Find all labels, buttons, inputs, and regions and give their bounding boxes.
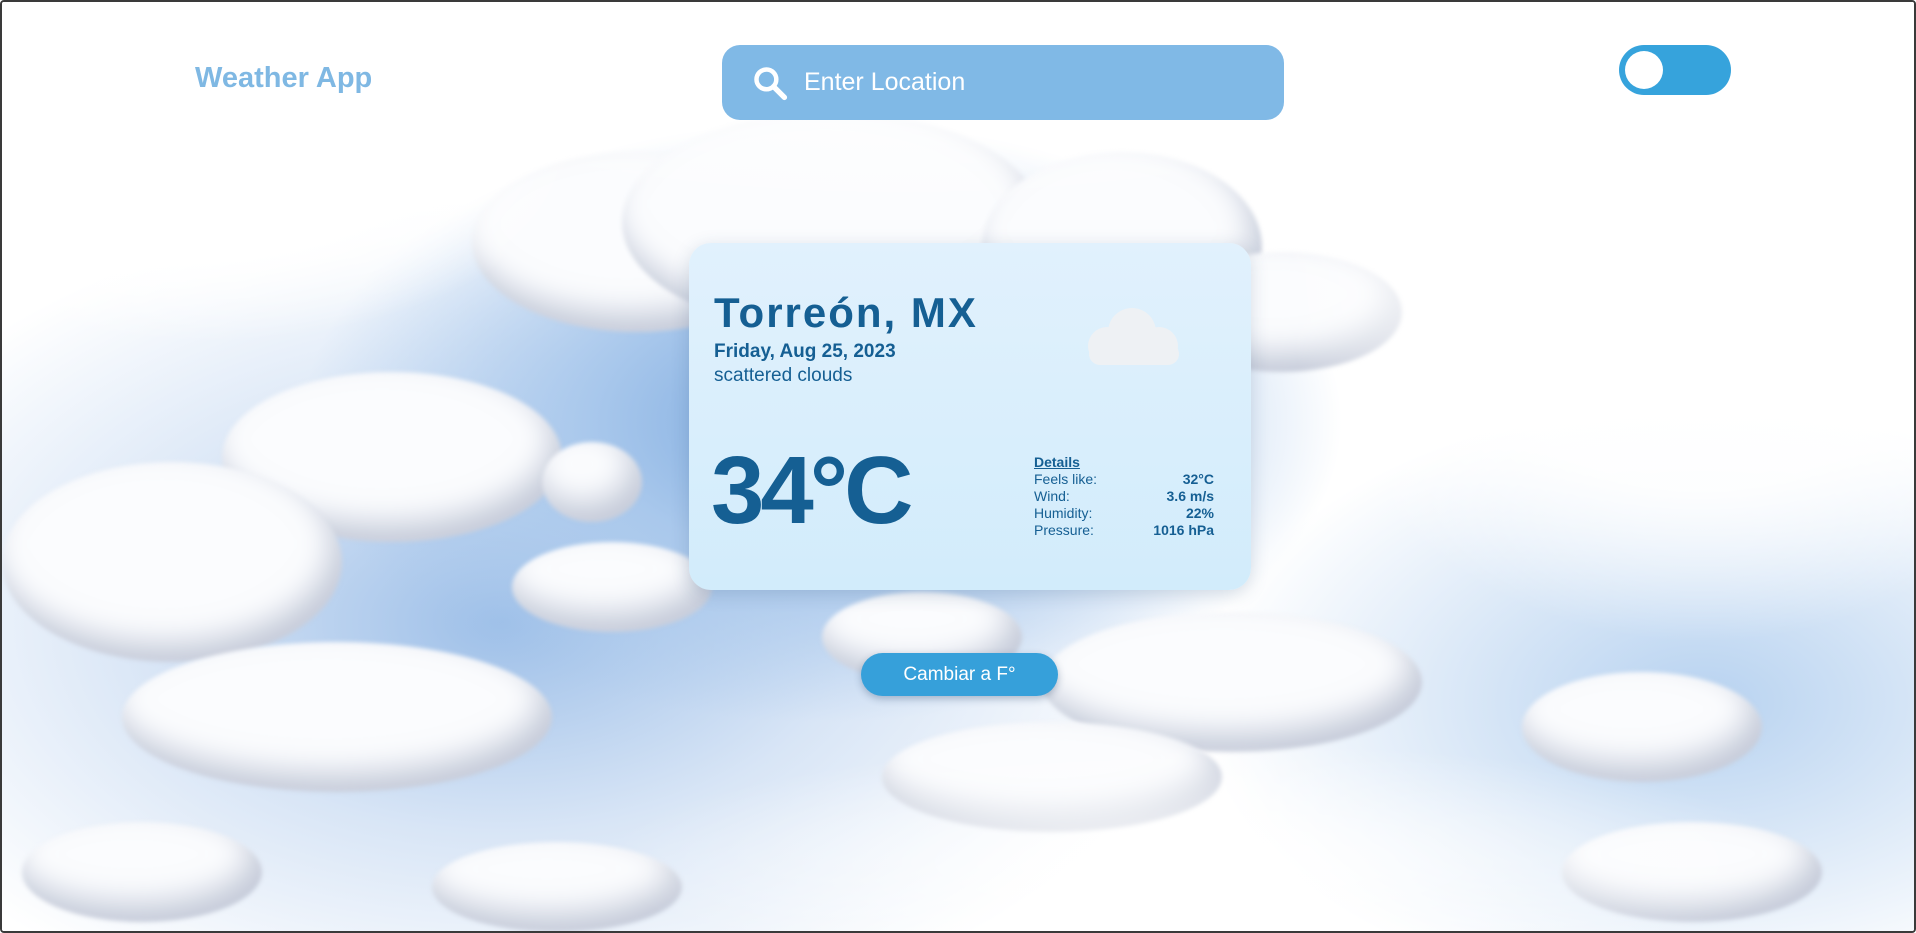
detail-row: Feels like: 32°C xyxy=(1034,471,1214,488)
search-bar[interactable] xyxy=(722,45,1284,120)
detail-row: Humidity: 22% xyxy=(1034,505,1214,522)
city-name: Torreón, MX xyxy=(714,289,978,336)
search-input[interactable] xyxy=(802,67,1246,98)
detail-label: Feels like: xyxy=(1034,471,1098,487)
app-title: Weather App xyxy=(195,62,373,94)
detail-label: Wind: xyxy=(1034,488,1070,504)
detail-label: Pressure: xyxy=(1034,522,1094,538)
temperature: 34°C xyxy=(711,437,913,544)
search-icon xyxy=(754,66,788,100)
weather-card: Torreón, MX Friday, Aug 25, 2023 scatter… xyxy=(689,243,1251,590)
toggle-knob xyxy=(1625,51,1663,89)
detail-value: 3.6 m/s xyxy=(1166,488,1214,504)
detail-label: Humidity: xyxy=(1034,505,1093,521)
details-panel: Details Feels like: 32°C Wind: 3.6 m/s H… xyxy=(1034,454,1214,539)
theme-toggle[interactable] xyxy=(1619,45,1731,95)
detail-row: Wind: 3.6 m/s xyxy=(1034,488,1214,505)
detail-value: 1016 hPa xyxy=(1153,522,1214,538)
weather-description: scattered clouds xyxy=(714,365,853,386)
details-heading: Details xyxy=(1034,454,1080,470)
detail-value: 32°C xyxy=(1182,471,1214,487)
cloud-icon xyxy=(1088,308,1179,365)
detail-row: Pressure: 1016 hPa xyxy=(1034,522,1214,539)
detail-value: 22% xyxy=(1185,505,1214,521)
toggle-unit-button[interactable]: Cambiar a F° xyxy=(861,653,1058,696)
current-date: Friday, Aug 25, 2023 xyxy=(714,341,896,362)
app-window: Weather App Torreón, MX Friday, Aug 25, … xyxy=(0,0,1916,933)
